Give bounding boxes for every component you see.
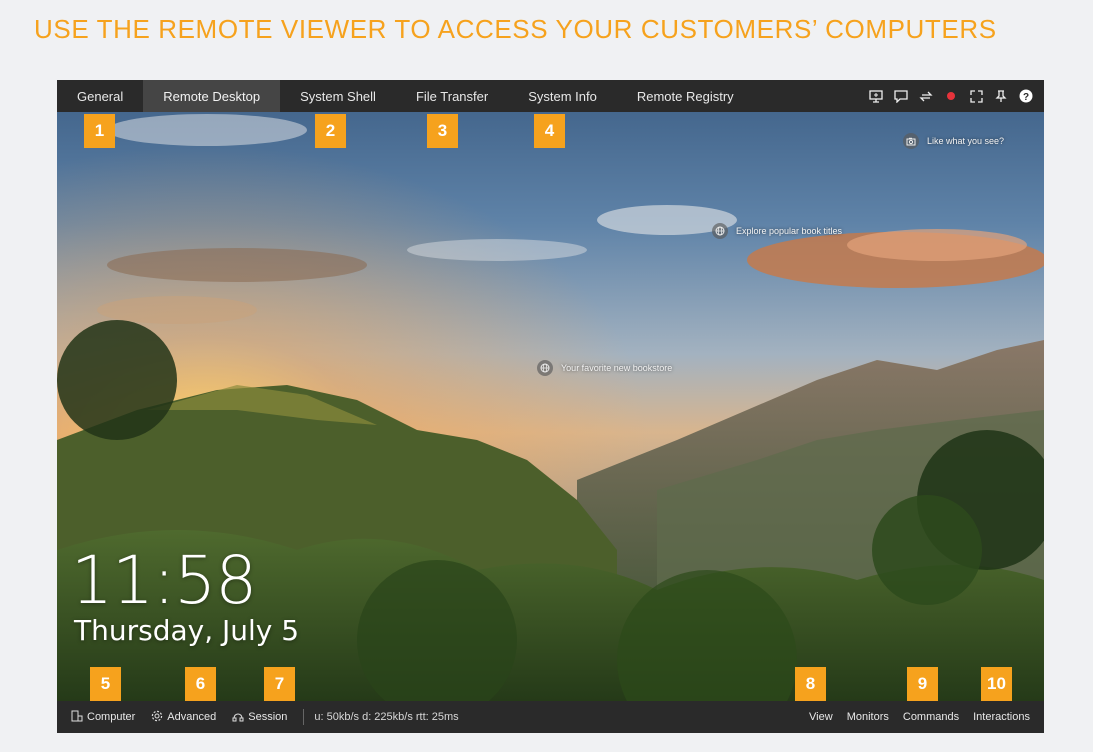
pin-icon[interactable] <box>993 88 1009 104</box>
session-icon <box>232 710 244 725</box>
tab-system-info[interactable]: System Info <box>508 80 617 112</box>
lockscreen-time: 11:58 <box>71 542 257 619</box>
computer-label: Computer <box>87 711 136 723</box>
tab-label: System Shell <box>300 88 376 104</box>
tab-remote-desktop[interactable]: Remote Desktop <box>143 80 281 112</box>
computer-icon <box>71 710 83 725</box>
callout-badge-8: 8 <box>795 667 826 701</box>
tab-system-shell[interactable]: System Shell <box>280 80 396 112</box>
hotspot-label: Like what you see? <box>927 136 1005 146</box>
tab-label: System Info <box>528 88 597 104</box>
toolbar-divider <box>303 709 305 725</box>
page-title: USE THE REMOTE VIEWER TO ACCESS YOUR CUS… <box>34 14 997 44</box>
bookstore-hotspot[interactable]: Your favorite new bookstore <box>537 360 672 376</box>
lockscreen-date: Thursday, July 5 <box>74 614 300 647</box>
camera-icon <box>903 133 919 149</box>
swap-arrows-icon[interactable] <box>918 88 934 104</box>
explore-books-hotspot[interactable]: Explore popular book titles <box>712 223 842 239</box>
svg-text:?: ? <box>1023 92 1029 103</box>
fullscreen-icon[interactable] <box>968 88 984 104</box>
callout-badge-7: 7 <box>264 667 295 701</box>
callout-badge-1: 1 <box>84 114 115 148</box>
callout-badge-5: 5 <box>90 667 121 701</box>
tab-remote-registry[interactable]: Remote Registry <box>617 80 754 112</box>
globe-icon <box>537 360 553 376</box>
advanced-menu-button[interactable]: Advanced <box>143 710 224 725</box>
callout-badge-10: 10 <box>981 667 1012 701</box>
monitor-icon[interactable] <box>868 88 884 104</box>
tab-general[interactable]: General <box>57 80 143 112</box>
remote-viewer-window: General Remote Desktop System Shell File… <box>57 80 1044 733</box>
computer-menu-button[interactable]: Computer <box>57 710 143 725</box>
callout-badge-4: 4 <box>534 114 565 148</box>
callout-badge-9: 9 <box>907 667 938 701</box>
record-icon[interactable] <box>943 88 959 104</box>
advanced-label: Advanced <box>167 711 217 723</box>
hotspot-label: Your favorite new bookstore <box>561 363 673 373</box>
gear-icon <box>151 710 163 725</box>
spotlight-like-hotspot[interactable]: Like what you see? <box>903 133 1004 149</box>
session-menu-button[interactable]: Session <box>224 710 295 725</box>
bottom-toolbar: Computer Advanced Session u: 50kb/s d: 2… <box>57 701 1044 733</box>
callout-badge-3: 3 <box>427 114 458 148</box>
tab-file-transfer[interactable]: File Transfer <box>396 80 508 112</box>
tab-label: Remote Registry <box>636 88 734 104</box>
tab-label: Remote Desktop <box>163 88 261 104</box>
session-label: Session <box>248 711 288 723</box>
toolbar-icons: ? <box>868 80 1034 112</box>
tab-label: File Transfer <box>415 88 489 104</box>
help-icon[interactable]: ? <box>1018 88 1034 104</box>
callout-badge-2: 2 <box>315 114 346 148</box>
hotspot-label: Explore popular book titles <box>736 226 843 236</box>
callout-badge-6: 6 <box>185 667 216 701</box>
chat-icon[interactable] <box>893 88 909 104</box>
interactions-menu-button[interactable]: Interactions <box>973 711 1030 723</box>
commands-menu-button[interactable]: Commands <box>903 711 959 723</box>
monitors-menu-button[interactable]: Monitors <box>847 711 889 723</box>
tab-label: General <box>77 88 124 104</box>
globe-icon <box>712 223 728 239</box>
bottom-right-menus: View Monitors Commands Interactions <box>809 701 1030 733</box>
view-menu-button[interactable]: View <box>809 711 833 723</box>
connection-stats: u: 50kb/s d: 225kb/s rtt: 25ms <box>314 711 459 723</box>
tab-bar: General Remote Desktop System Shell File… <box>57 80 1044 112</box>
